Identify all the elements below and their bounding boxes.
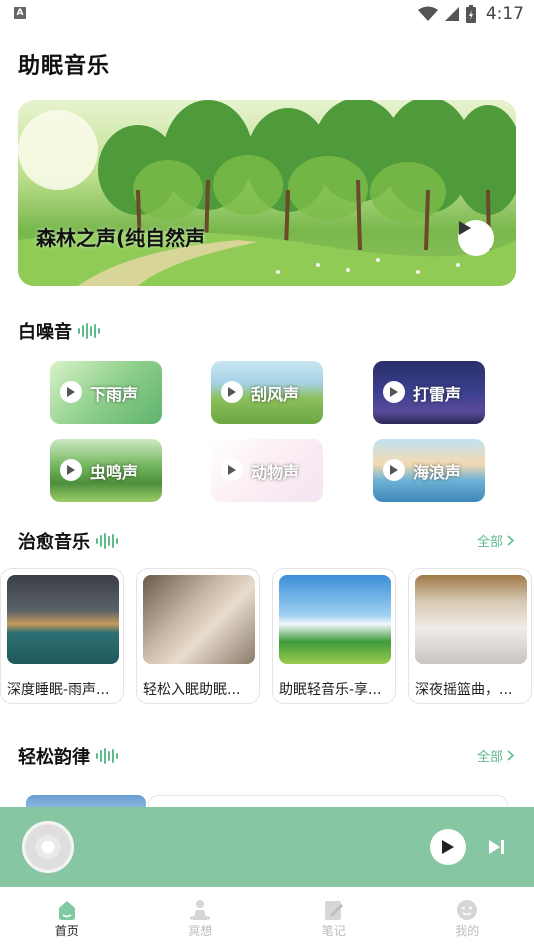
chevron-right-icon [507,535,514,546]
white-noise-label: 刮风声 [251,385,300,404]
album-disc-icon[interactable] [22,821,74,873]
music-card[interactable]: 深度睡眠-雨声... [0,568,124,704]
notes-icon [324,901,343,920]
music-card-title: 助眠轻音乐-享... [279,682,382,698]
music-card[interactable]: 助眠轻音乐-享... [272,568,396,704]
featured-banner[interactable]: 森林之声(纯自然声 [18,100,516,286]
white-noise-title-text: 白噪音 [18,322,72,343]
sound-wave-icon [96,533,118,549]
play-icon [221,381,243,403]
play-icon [60,459,82,481]
sky-meadow-thumbnail [279,575,391,664]
white-noise-tile-insects[interactable]: 虫鸣声 [50,439,162,502]
section-relaxing-rhythm-title: 轻松韵律 [18,743,118,769]
music-card-title: 深度睡眠-雨声... [7,682,110,698]
white-noise-tile-animals[interactable]: 动物声 [211,439,323,502]
meditation-icon [190,900,211,920]
play-icon [442,840,454,854]
notification-a-icon: A [14,7,26,19]
page-title: 助眠音乐 [18,54,111,79]
white-noise-label: 虫鸣声 [90,463,139,482]
healing-music-see-all[interactable]: 全部 [477,531,514,550]
section-white-noise-title: 白噪音 [18,318,100,344]
healing-music-title-text: 治愈音乐 [18,532,90,553]
white-noise-label: 海浪声 [413,463,462,482]
white-noise-tile-rain[interactable]: 下雨声 [50,361,162,424]
white-noise-tile-wind[interactable]: 刮风声 [211,361,323,424]
player-play-button[interactable] [430,829,466,865]
profile-face-icon [457,900,478,920]
nav-meditation[interactable]: 冥想 [134,887,268,950]
music-card[interactable]: 轻松入眠助眠... [136,568,260,704]
banner-play-button[interactable] [458,220,494,256]
music-card-title: 深夜摇篮曲，... [415,682,513,698]
play-icon [383,459,405,481]
chevron-right-icon [507,750,514,761]
wifi-icon [417,6,438,21]
mini-player[interactable] [0,807,534,887]
nav-label: 冥想 [188,924,213,938]
section-healing-music-title: 治愈音乐 [18,528,118,554]
white-noise-label: 下雨声 [90,385,139,404]
battery-icon [465,5,476,23]
nav-label: 笔记 [321,924,346,938]
nav-label: 我的 [455,924,480,938]
stormy-sea-thumbnail [7,575,119,664]
status-bar: A 4:17 [0,0,534,28]
music-card-title: 轻松入眠助眠... [143,682,241,698]
white-noise-label: 打雷声 [413,385,462,404]
skip-next-icon [489,840,504,854]
banner-title: 森林之声(纯自然声 [36,226,206,250]
play-icon [459,221,471,235]
play-icon [60,381,82,403]
sound-wave-icon [78,323,100,339]
white-noise-tile-waves[interactable]: 海浪声 [373,439,485,502]
white-noise-tile-thunder[interactable]: 打雷声 [373,361,485,424]
player-next-button[interactable] [486,836,508,858]
signal-icon [444,7,459,21]
relaxing-rhythm-title-text: 轻松韵律 [18,747,90,768]
status-time: 4:17 [485,4,524,24]
see-all-label: 全部 [476,750,503,765]
play-icon [221,459,243,481]
relaxing-rhythm-see-all[interactable]: 全部 [477,746,514,765]
white-noise-label: 动物声 [251,463,300,482]
nav-profile[interactable]: 我的 [401,887,534,950]
nav-home[interactable]: 首页 [0,887,134,950]
sound-wave-icon [96,748,118,764]
sleeping-woman-thumbnail [143,575,255,664]
play-icon [383,381,405,403]
forest-illustration [18,100,516,286]
status-icons: 4:17 [417,4,524,24]
nav-label: 首页 [54,924,79,938]
home-icon [58,901,75,920]
see-all-label: 全部 [476,535,503,550]
music-card[interactable]: 深夜摇篮曲，... [408,568,532,704]
nav-notes[interactable]: 笔记 [267,887,401,950]
sleeping-man-thumbnail [415,575,527,664]
bottom-navigation: 首页 冥想 笔记 我的 [0,887,534,950]
